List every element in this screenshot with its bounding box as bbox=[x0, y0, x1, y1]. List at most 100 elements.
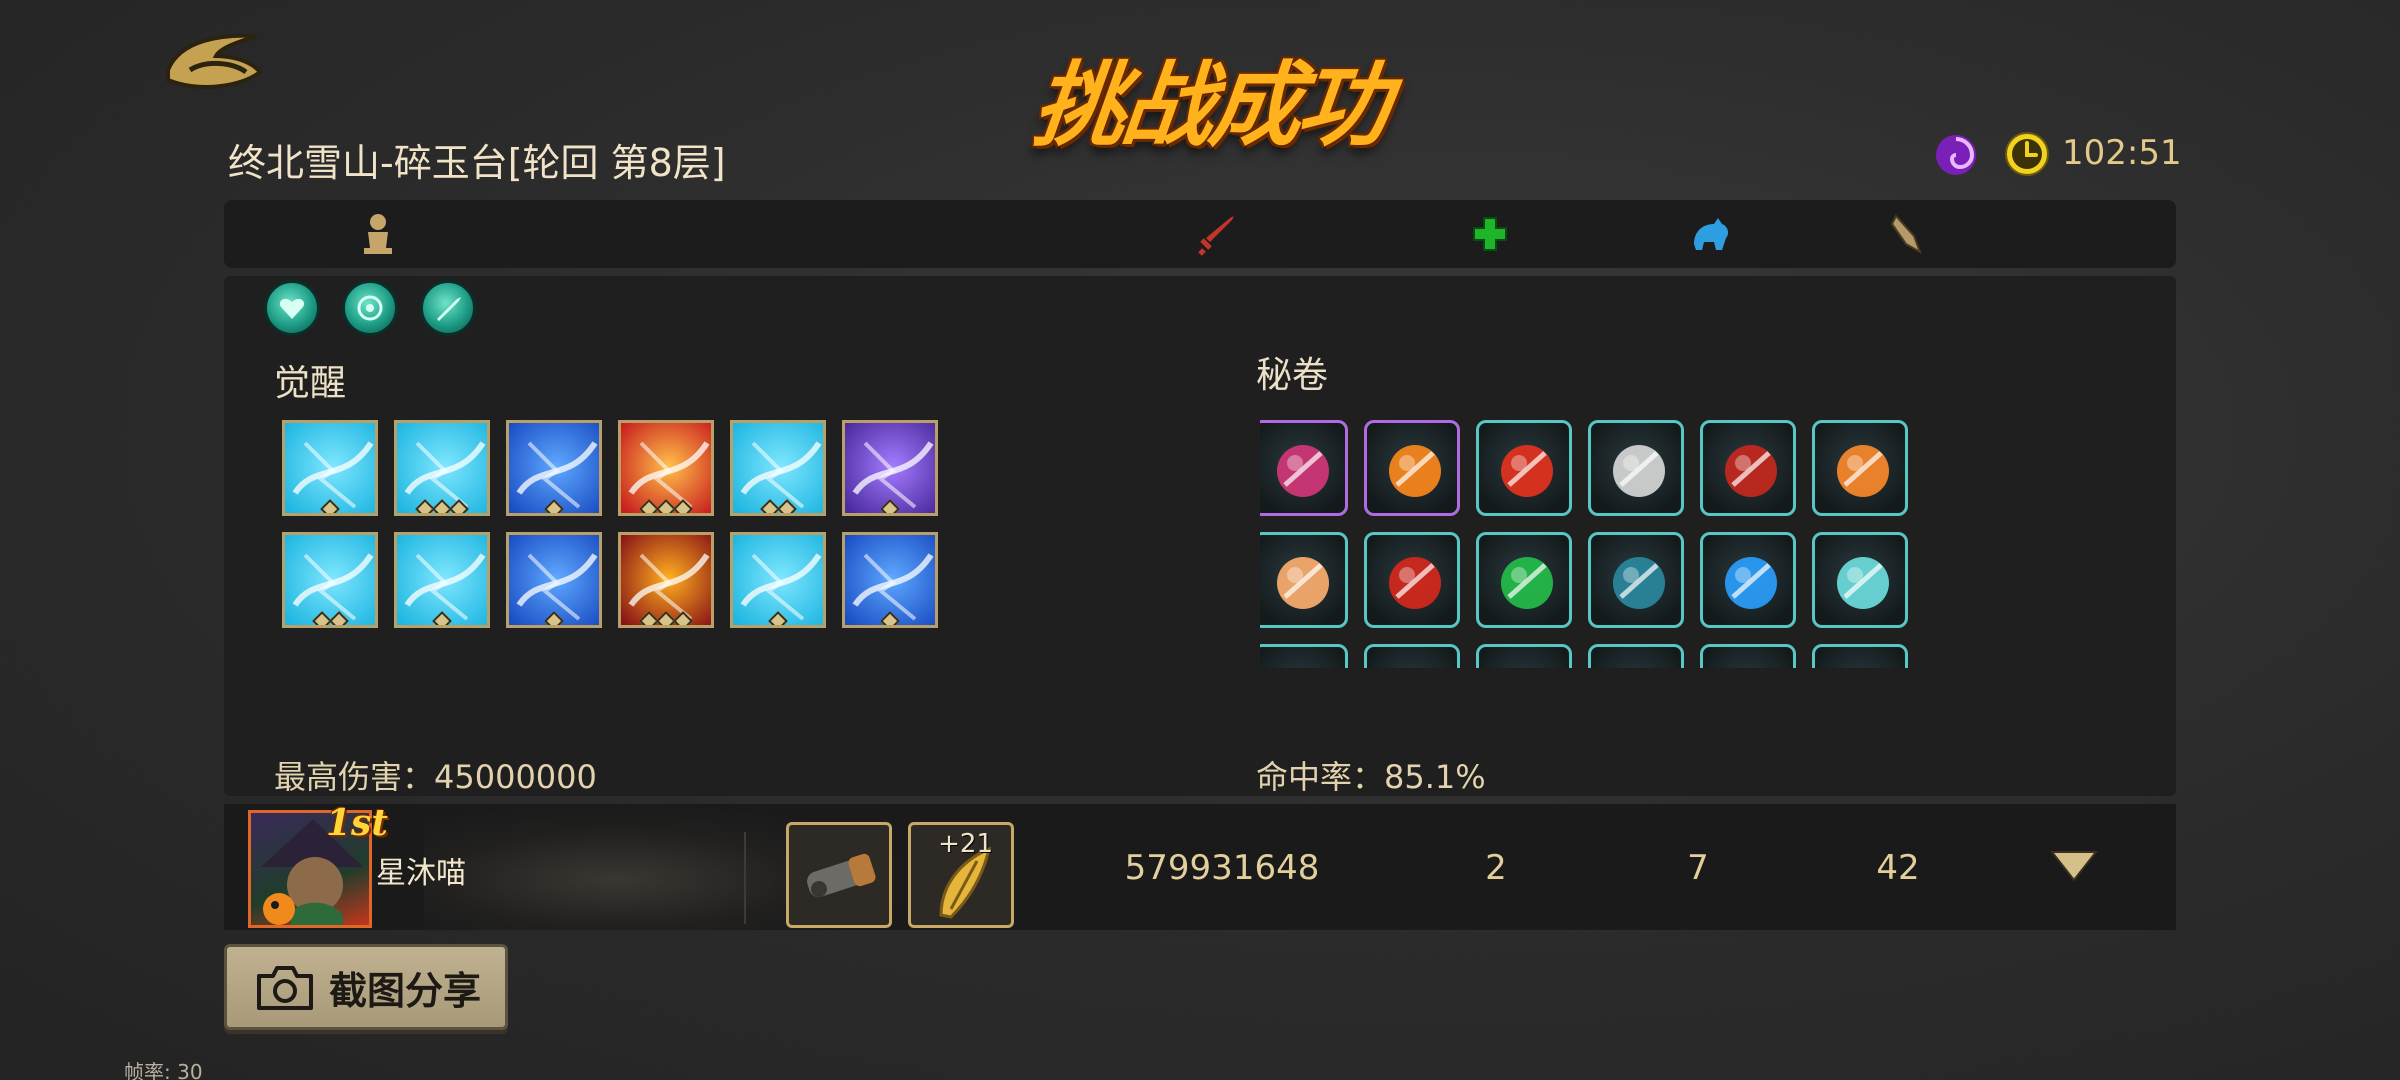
scroll-art-icon bbox=[1591, 647, 1684, 668]
results-panel: 觉醒 秘卷 最高伤害：45000000 命中率：85.1% bbox=[224, 276, 2176, 796]
skill-level-pips bbox=[845, 611, 935, 625]
stage-name: 终北雪山-碎玉台[轮回 第8层] bbox=[228, 141, 726, 185]
health-cross-icon bbox=[1473, 217, 1507, 251]
awakening-skill[interactable] bbox=[842, 532, 938, 628]
secret-scroll-slot[interactable] bbox=[1476, 644, 1572, 668]
level-pip bbox=[880, 611, 900, 625]
awakening-skill[interactable] bbox=[282, 420, 378, 516]
scrolls-grid[interactable] bbox=[1260, 412, 1920, 668]
skill-level-pips bbox=[509, 499, 599, 513]
secret-scroll-slot[interactable] bbox=[1260, 644, 1348, 668]
level-pip bbox=[776, 499, 797, 513]
equipment-slot-scroll[interactable]: +21 bbox=[908, 822, 1014, 928]
scroll-art-icon bbox=[1479, 647, 1572, 668]
scroll-art-icon bbox=[1260, 647, 1348, 668]
scroll-art-icon bbox=[1703, 647, 1796, 668]
buff-blade[interactable] bbox=[420, 280, 476, 336]
blade-icon bbox=[437, 297, 461, 321]
awakening-skill[interactable] bbox=[394, 532, 490, 628]
row-divider bbox=[744, 832, 746, 924]
skill-level-pips bbox=[509, 611, 599, 625]
secret-scroll-slot[interactable] bbox=[1588, 644, 1684, 668]
scroll-art-icon bbox=[1277, 445, 1329, 497]
secret-scroll-slot[interactable] bbox=[1364, 644, 1460, 668]
share-label: 截图分享 bbox=[329, 968, 482, 1013]
scroll-art-icon bbox=[1837, 445, 1889, 497]
skill-level-pips bbox=[285, 611, 375, 625]
expand-button[interactable] bbox=[2048, 846, 2100, 886]
scroll-art-icon bbox=[1367, 647, 1460, 668]
secret-scroll-slot[interactable] bbox=[1476, 532, 1572, 628]
scroll-art-icon bbox=[1277, 557, 1329, 609]
scroll-art-icon bbox=[1613, 445, 1665, 497]
hit-rate-stat: 命中率：85.1% bbox=[1256, 758, 1486, 796]
awakening-skill[interactable] bbox=[730, 532, 826, 628]
secret-scroll-slot[interactable] bbox=[1476, 420, 1572, 516]
level-pip bbox=[768, 611, 788, 625]
stats-tab-bar bbox=[224, 200, 2176, 268]
level-pip bbox=[311, 611, 332, 625]
level-pip bbox=[673, 611, 693, 625]
scroll-art-icon bbox=[1613, 557, 1665, 609]
scroll-art-icon bbox=[1837, 557, 1889, 609]
awakening-skill[interactable] bbox=[506, 532, 602, 628]
awakening-skill[interactable] bbox=[618, 420, 714, 516]
level-pip bbox=[328, 611, 349, 625]
awakening-skill[interactable] bbox=[618, 532, 714, 628]
cannon-icon bbox=[807, 853, 876, 898]
secret-scroll-slot[interactable] bbox=[1364, 532, 1460, 628]
rank-badge: 1st bbox=[326, 804, 388, 844]
secret-scroll-slot[interactable] bbox=[1588, 420, 1684, 516]
skill-level-pips bbox=[285, 499, 375, 513]
screenshot-share-button[interactable]: 截图分享 bbox=[224, 944, 508, 1030]
skill-level-pips bbox=[733, 611, 823, 625]
tab-attack[interactable] bbox=[1192, 210, 1240, 258]
equipment-slot-weapon[interactable] bbox=[786, 822, 892, 928]
skill-level-pips bbox=[733, 499, 823, 513]
level-pip bbox=[449, 499, 469, 513]
chevron-down-icon bbox=[2049, 851, 2099, 882]
secret-scroll-slot[interactable] bbox=[1812, 532, 1908, 628]
awakening-skill[interactable] bbox=[730, 420, 826, 516]
secret-scroll-slot[interactable] bbox=[1812, 420, 1908, 516]
secret-scroll-slot[interactable] bbox=[1364, 420, 1460, 516]
scroll-art-icon bbox=[1815, 647, 1908, 668]
scroll-art-icon bbox=[1725, 445, 1777, 497]
tab-scroll[interactable] bbox=[1882, 210, 1930, 258]
level-pip bbox=[673, 499, 693, 513]
sword-icon bbox=[1198, 216, 1234, 256]
clock-icon bbox=[2004, 131, 2050, 177]
secret-scroll-slot[interactable] bbox=[1700, 644, 1796, 668]
buff-target[interactable] bbox=[342, 280, 398, 336]
scroll-art-icon bbox=[1389, 557, 1441, 609]
secret-scroll-slot[interactable] bbox=[1588, 532, 1684, 628]
scroll-art-icon bbox=[1389, 445, 1441, 497]
target-icon bbox=[357, 295, 383, 321]
back-arrow-icon bbox=[166, 33, 263, 89]
skill-level-pips bbox=[621, 499, 711, 513]
tab-character[interactable] bbox=[354, 210, 402, 258]
secret-scroll-slot[interactable] bbox=[1260, 420, 1348, 516]
awakening-skill[interactable] bbox=[842, 420, 938, 516]
back-button[interactable] bbox=[160, 26, 266, 94]
tab-pet[interactable] bbox=[1686, 210, 1734, 258]
scroll-icon bbox=[1890, 214, 1922, 255]
scroll-art-icon bbox=[1725, 557, 1777, 609]
awakening-skill[interactable] bbox=[282, 532, 378, 628]
tab-healing[interactable] bbox=[1466, 210, 1514, 258]
skill-level-pips bbox=[397, 499, 487, 513]
max-damage-stat: 最高伤害：45000000 bbox=[274, 758, 597, 796]
scroll-art-icon bbox=[1501, 445, 1553, 497]
timer: 102:51 bbox=[2062, 133, 2182, 173]
awakening-skill[interactable] bbox=[394, 420, 490, 516]
level-pip bbox=[759, 499, 780, 513]
secret-scroll-slot[interactable] bbox=[1260, 532, 1348, 628]
buff-heart[interactable] bbox=[264, 280, 320, 336]
skill-level-pips bbox=[397, 611, 487, 625]
awakening-skill[interactable] bbox=[506, 420, 602, 516]
stat-column-3: 7 bbox=[1687, 848, 1709, 888]
secret-scroll-slot[interactable] bbox=[1700, 420, 1796, 516]
vortex-icon bbox=[1934, 133, 1978, 177]
secret-scroll-slot[interactable] bbox=[1700, 532, 1796, 628]
secret-scroll-slot[interactable] bbox=[1812, 644, 1908, 668]
